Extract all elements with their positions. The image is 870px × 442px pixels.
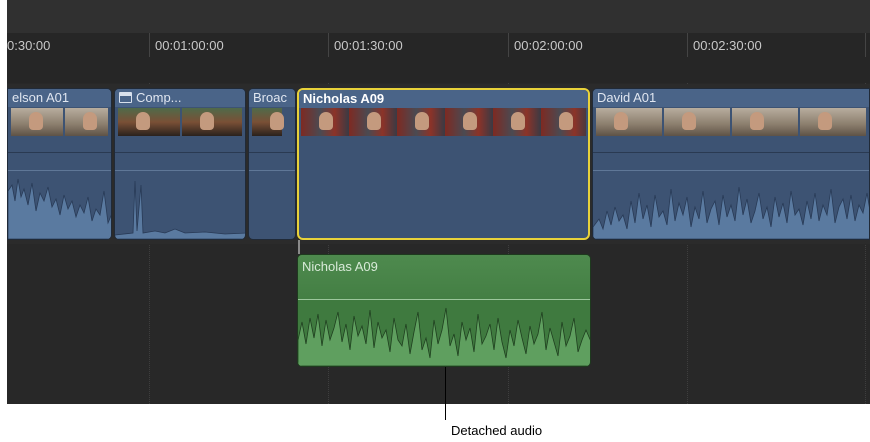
audio-waveform xyxy=(593,186,869,239)
thumbnail xyxy=(664,108,730,136)
ruler-tick xyxy=(328,33,329,57)
audio-waveform xyxy=(8,178,111,239)
clip-compound[interactable]: Comp... xyxy=(114,88,246,240)
thumbnail xyxy=(11,108,63,136)
clip-filmstrip xyxy=(596,108,866,136)
clip-name: Broac xyxy=(253,90,287,105)
thumbnail xyxy=(800,108,866,136)
audio-waveform xyxy=(298,307,590,366)
clip-divider xyxy=(249,152,295,153)
clip-nicholas-a09-selected[interactable]: Nicholas A09 xyxy=(297,88,590,240)
clip-divider xyxy=(249,170,295,171)
timecode-label: 00:01:00:00 xyxy=(155,38,224,53)
timecode-label: 00:02:30:00 xyxy=(693,38,762,53)
ruler-tick xyxy=(865,33,866,57)
ruler-tick xyxy=(687,33,688,57)
thumbnail xyxy=(301,108,349,136)
clip-divider xyxy=(593,152,869,153)
clip-name: Nicholas A09 xyxy=(302,259,378,274)
timeline-toolbar xyxy=(7,0,870,34)
thumbnail xyxy=(493,108,541,136)
audio-waveform xyxy=(115,180,245,239)
callout-line xyxy=(445,367,446,420)
clip-filmstrip xyxy=(252,108,292,136)
timecode-label: 00:01:30:00 xyxy=(334,38,403,53)
timecode-label: 00:02:00:00 xyxy=(514,38,583,53)
timecode-label: 0:30:00 xyxy=(7,38,51,53)
thumbnail xyxy=(349,108,397,136)
thumbnail xyxy=(65,108,108,136)
clip-filmstrip xyxy=(301,108,586,136)
detached-audio-clip[interactable]: Nicholas A09 xyxy=(297,254,591,367)
clip-david-a01[interactable]: David A01 xyxy=(592,88,870,240)
clip-name: elson A01 xyxy=(12,90,70,105)
thumbnail xyxy=(732,108,798,136)
thumbnail xyxy=(596,108,662,136)
thumbnail xyxy=(397,108,445,136)
connection-line xyxy=(298,240,300,254)
thumbnail xyxy=(541,108,586,136)
clip-name: Nicholas A09 xyxy=(303,91,385,106)
clip-name: Comp... xyxy=(136,90,182,105)
clip-filmstrip xyxy=(11,108,108,136)
time-ruler[interactable]: 0:30:00 00:01:00:00 00:01:30:00 00:02:00… xyxy=(7,33,870,83)
ruler-tick xyxy=(508,33,509,57)
clip-name: David A01 xyxy=(597,90,657,105)
thumbnail xyxy=(182,108,242,136)
clip-broadcast[interactable]: Broac xyxy=(248,88,296,240)
clip-name-row: Comp... xyxy=(119,90,182,105)
clip-filmstrip xyxy=(118,108,242,136)
compound-clip-icon xyxy=(119,92,132,103)
thumbnail xyxy=(252,108,284,136)
clip-divider xyxy=(115,152,245,153)
thumbnail xyxy=(445,108,493,136)
callout-label: Detached audio xyxy=(451,423,543,438)
clip-divider xyxy=(8,152,111,153)
thumbnail xyxy=(118,108,180,136)
ruler-tick xyxy=(149,33,150,57)
clip-nelson-a01[interactable]: elson A01 xyxy=(7,88,112,240)
